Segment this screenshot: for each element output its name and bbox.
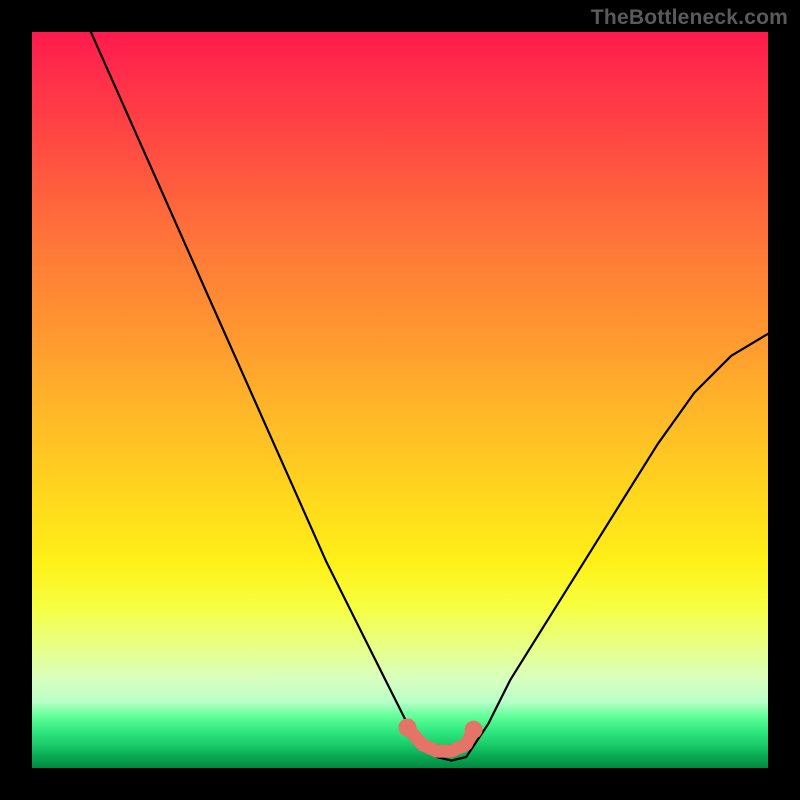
optimal-range-dot-left (398, 719, 416, 737)
optimal-range-dot-right (465, 721, 483, 739)
bottleneck-curve (91, 32, 768, 761)
plot-area (32, 32, 768, 768)
watermark-label: TheBottleneck.com (591, 6, 788, 30)
curve-svg (32, 32, 768, 768)
optimal-range-line (407, 728, 473, 752)
chart-frame: TheBottleneck.com (0, 0, 800, 800)
